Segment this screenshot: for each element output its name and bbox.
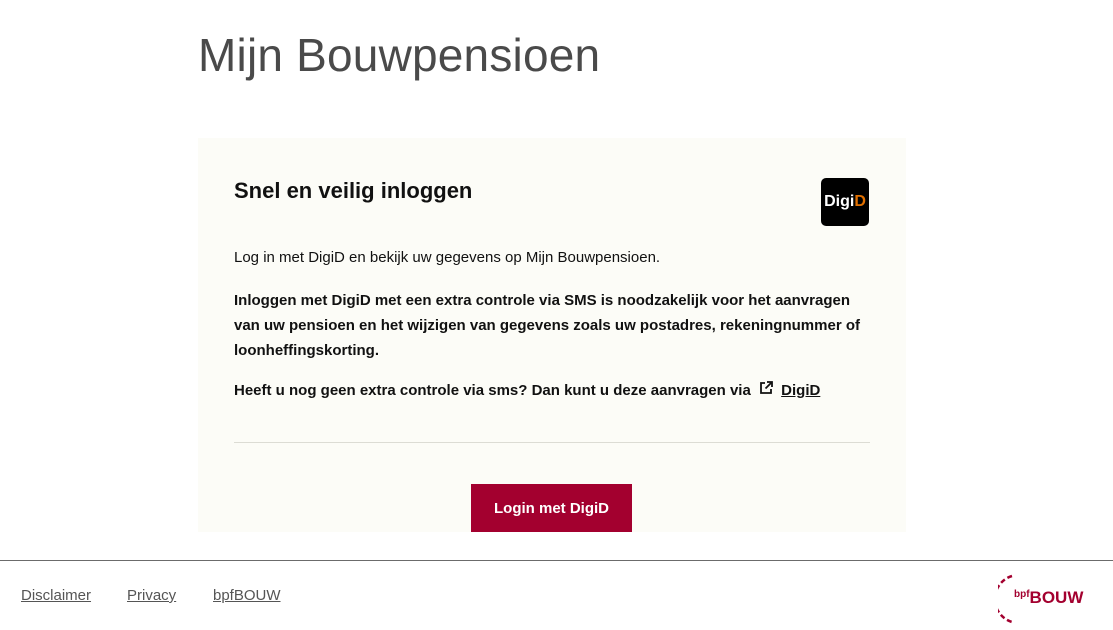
digid-logo-main: Digi xyxy=(824,193,855,210)
login-card: Snel en veilig inloggen Digi D Log in met… xyxy=(198,138,906,532)
bpfbouw-logo[interactable]: bpfBOUW xyxy=(998,574,1088,624)
login-digid-button[interactable]: Login met DigiD xyxy=(471,484,632,532)
sms-info-line: Heeft u nog geen extra controle via sms?… xyxy=(234,380,820,399)
external-link-icon xyxy=(760,381,773,394)
digid-logo-accent: D xyxy=(854,193,866,210)
intro-text: Log in met DigiD en bekijk uw gegevens o… xyxy=(234,249,661,266)
sms-requirement-text: Inloggen met DigiD met een extra control… xyxy=(234,292,860,359)
bpfbouw-big: BOUW xyxy=(1029,588,1084,607)
card-heading: Snel en veilig inloggen xyxy=(234,178,473,203)
footer-divider xyxy=(0,560,1113,561)
bpfbouw-small: bpf xyxy=(1014,589,1030,600)
digid-link[interactable]: DigiD xyxy=(781,382,820,399)
footer-link-privacy[interactable]: Privacy xyxy=(127,587,176,604)
page-title: Mijn Bouwpensioen xyxy=(198,29,601,81)
footer-link-disclaimer[interactable]: Disclaimer xyxy=(21,587,91,604)
sms-info-text: Heeft u nog geen extra controle via sms?… xyxy=(234,382,751,399)
footer-link-bpfbouw[interactable]: bpfBOUW xyxy=(213,587,281,604)
bpfbouw-wordmark: bpfBOUW xyxy=(1014,588,1083,608)
page: Mijn Bouwpensioen Snel en veilig inlogge… xyxy=(0,0,1113,630)
digid-logo: Digi D xyxy=(821,178,869,226)
divider xyxy=(234,442,870,443)
